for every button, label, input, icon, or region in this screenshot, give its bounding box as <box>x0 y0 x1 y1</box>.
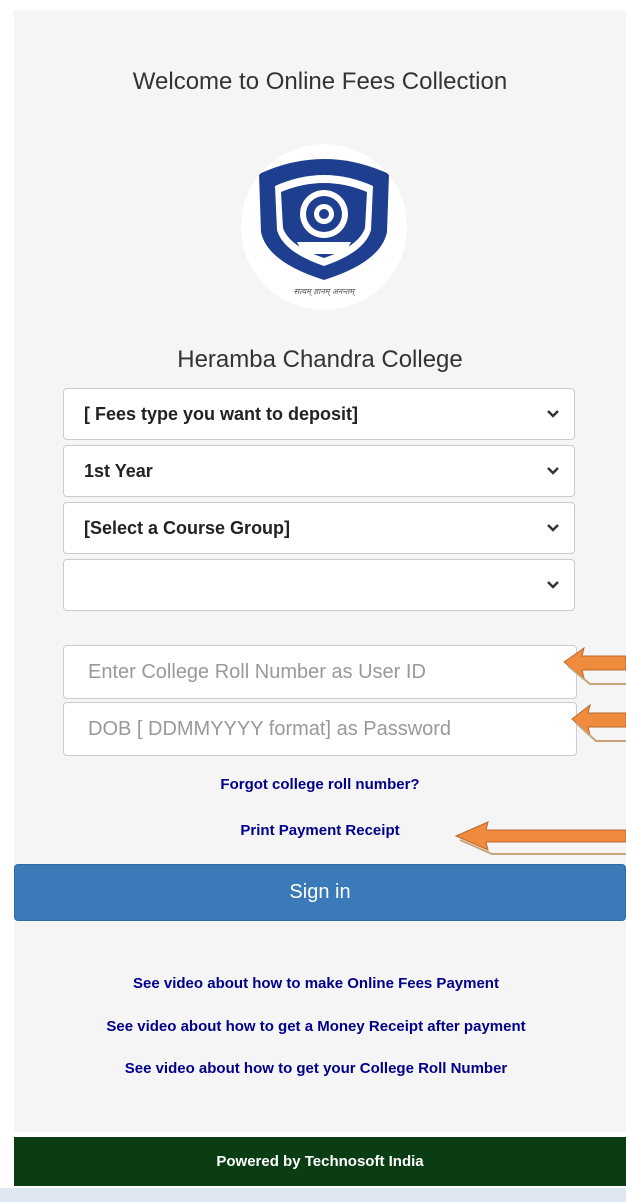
fees-type-select[interactable]: [ Fees type you want to deposit] <box>63 388 575 440</box>
forgot-roll-number-link[interactable]: Forgot college roll number? <box>14 776 626 793</box>
video-payment-link[interactable]: See video about how to make Online Fees … <box>0 975 626 992</box>
year-value: 1st Year <box>84 461 153 481</box>
chevron-down-icon <box>547 524 559 532</box>
course-group-value: [Select a Course Group] <box>84 518 291 538</box>
college-name: Heramba Chandra College <box>177 346 463 373</box>
college-logo: सत्यम् ज्ञानम् अनन्तम् <box>241 144 407 310</box>
sign-in-button[interactable]: Sign in <box>14 864 626 921</box>
password-input[interactable]: DOB [ DDMMYYYY format] as Password <box>63 702 577 756</box>
user-id-input[interactable]: Enter College Roll Number as User ID <box>63 645 577 699</box>
extra-select[interactable] <box>63 559 575 611</box>
bottom-bar <box>0 1188 626 1202</box>
annotation-arrow-icon <box>454 821 626 855</box>
video-money-receipt-link[interactable]: See video about how to get a Money Recei… <box>0 1018 626 1035</box>
login-card: Welcome to Online Fees Collection सत्यम्… <box>14 10 626 1132</box>
logo-motto: सत्यम् ज्ञानम् अनन्तम् <box>294 287 357 297</box>
year-select[interactable]: 1st Year <box>63 445 575 497</box>
user-id-placeholder: Enter College Roll Number as User ID <box>88 661 426 683</box>
chevron-down-icon <box>547 467 559 475</box>
video-roll-number-link[interactable]: See video about how to get your College … <box>0 1060 626 1077</box>
page-title: Welcome to Online Fees Collection <box>132 68 508 95</box>
footer-powered-by: Powered by Technosoft India <box>14 1137 626 1186</box>
chevron-down-icon <box>547 410 559 418</box>
annotation-arrow-icon <box>563 646 626 685</box>
chevron-down-icon <box>547 581 559 589</box>
password-placeholder: DOB [ DDMMYYYY format] as Password <box>88 718 452 740</box>
fees-type-value: [ Fees type you want to deposit] <box>84 404 359 424</box>
course-group-select[interactable]: [Select a Course Group] <box>63 502 575 554</box>
annotation-arrow-icon <box>571 703 626 742</box>
